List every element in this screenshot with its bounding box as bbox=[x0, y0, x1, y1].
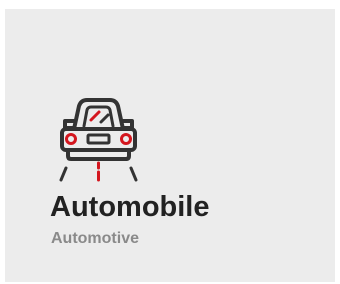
car-front-icon bbox=[50, 82, 147, 182]
card-subtitle: Automotive bbox=[51, 230, 139, 247]
category-card-automobile[interactable]: Automobile Automotive bbox=[5, 9, 335, 282]
card-title: Automobile bbox=[50, 191, 210, 223]
